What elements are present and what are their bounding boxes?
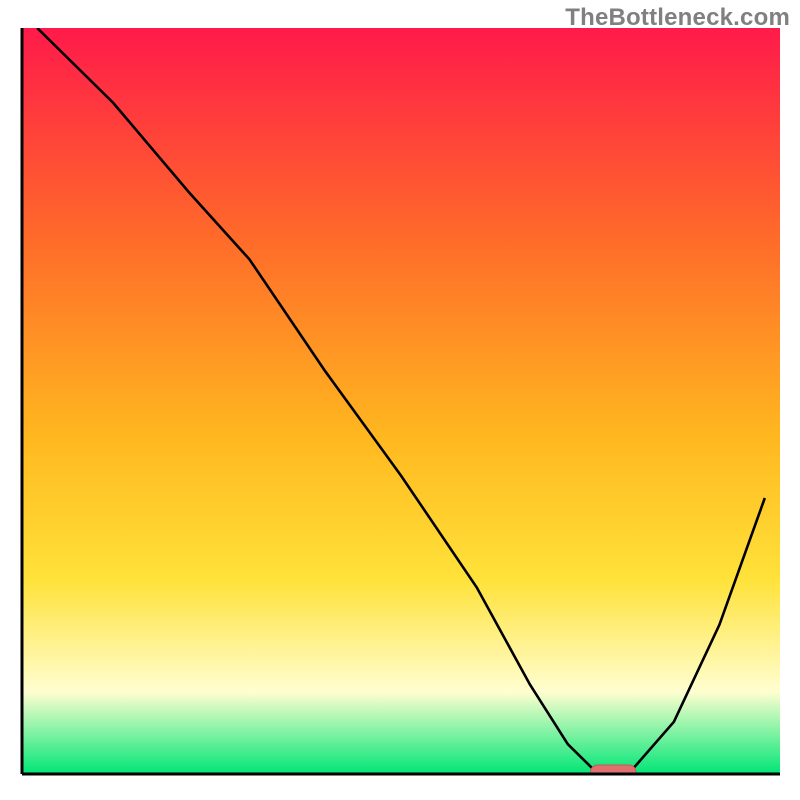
bottleneck-chart — [0, 0, 800, 800]
gradient-background — [22, 28, 780, 774]
optimal-range-marker — [591, 765, 637, 779]
watermark-text: TheBottleneck.com — [565, 4, 790, 32]
